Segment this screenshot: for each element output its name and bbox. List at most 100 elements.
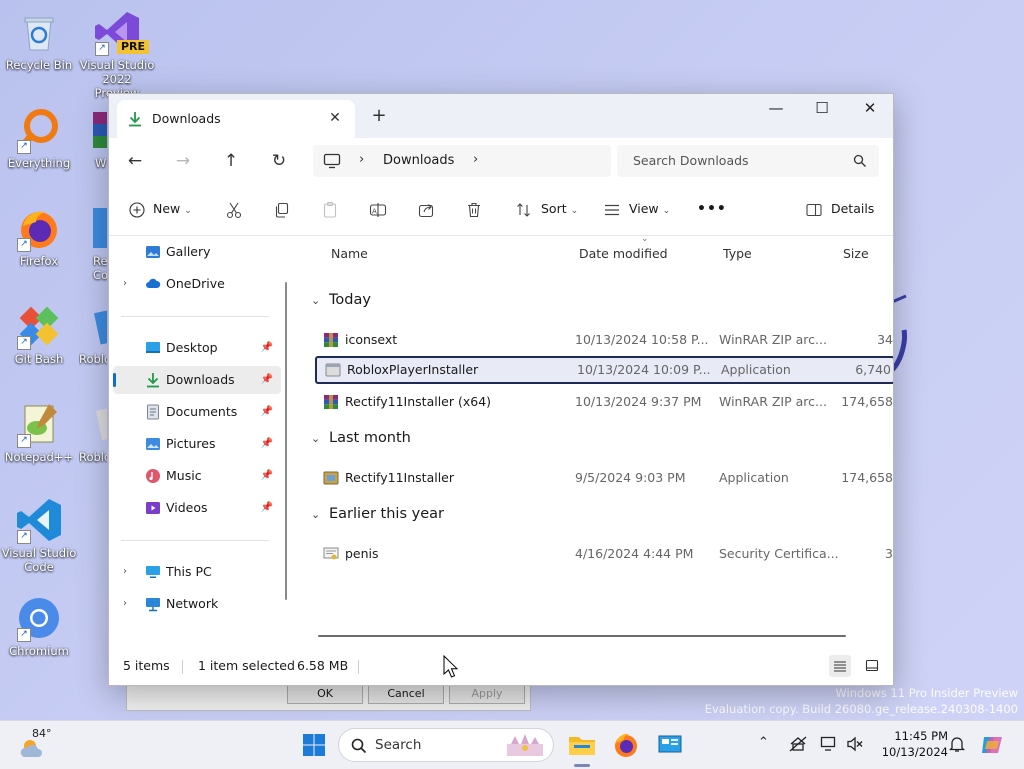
copilot-button[interactable] [978, 731, 1006, 759]
desktop-icon-partial-roblox-2[interactable]: Roblo [79, 400, 107, 464]
chevron-right-icon[interactable]: › [123, 590, 127, 618]
apply-button[interactable]: Apply [449, 684, 525, 704]
file-row[interactable]: penis 4/16/2024 4:44 PM Security Certifi… [315, 540, 893, 568]
more-options-button[interactable]: ••• [697, 197, 727, 221]
horizontal-scrollbar[interactable] [318, 635, 846, 637]
sidebar-item-pictures[interactable]: Pictures 📌 [113, 430, 281, 458]
sidebar-item-this-pc[interactable]: › This PC [113, 558, 281, 586]
pin-icon[interactable]: 📌 [261, 430, 273, 458]
file-date: 4/16/2024 4:44 PM [575, 546, 694, 561]
close-tab-icon[interactable]: ✕ [325, 108, 345, 128]
file-row-selected[interactable]: RobloxPlayerInstaller 10/13/2024 10:09 P… [315, 356, 893, 384]
desktop-icon-firefox[interactable]: ↗ Firefox [1, 204, 77, 268]
file-row[interactable]: Rectify11Installer (x64) 10/13/2024 9:37… [315, 388, 893, 416]
show-hidden-icons[interactable]: ⌃ [758, 735, 769, 750]
desktop-icon-visual-studio-2022-preview[interactable]: PRE ↗ Visual Studio 2022 Preview [79, 8, 155, 100]
desktop-icon-visual-studio-code[interactable]: ↗ Visual Studio Code [1, 496, 77, 574]
sort-button[interactable]: Sort ⌄ [515, 197, 578, 221]
details-view-button[interactable] [829, 655, 851, 677]
file-row[interactable]: iconsext 10/13/2024 10:58 P... WinRAR ZI… [315, 326, 893, 354]
tab-downloads[interactable]: Downloads ✕ [117, 100, 355, 138]
status-bar: 5 items 1 item selected 6.58 MB [109, 650, 893, 685]
taskbar-file-explorer[interactable] [566, 729, 598, 761]
group-header-earlier-this-year[interactable]: ⌄ Earlier this year [311, 506, 444, 522]
sidebar-item-desktop[interactable]: Desktop 📌 [113, 334, 281, 362]
chevron-right-icon[interactable]: › [123, 270, 127, 298]
start-button[interactable] [298, 729, 330, 761]
desktop-icon-chromium[interactable]: ↗ Chromium [1, 594, 77, 658]
chromium-icon: ↗ [15, 594, 63, 642]
taskbar-control-panel[interactable] [654, 729, 686, 761]
sidebar-item-onedrive[interactable]: › OneDrive [113, 270, 281, 298]
desktop-icon-git-bash[interactable]: ↗ Git Bash [1, 302, 77, 366]
back-icon[interactable]: ← [121, 147, 149, 175]
pin-icon[interactable]: 📌 [261, 462, 273, 490]
status-divider [182, 660, 183, 674]
file-row[interactable]: Rectify11Installer 9/5/2024 9:03 PM Appl… [315, 464, 893, 492]
desktop-icon-everything[interactable]: ↗ Everything [1, 106, 77, 170]
weather-widget[interactable]: 84° [18, 727, 58, 763]
network-tray-icon[interactable] [788, 735, 808, 757]
delete-button[interactable] [465, 197, 483, 221]
volume-tray-icon[interactable] [846, 735, 864, 757]
file-size: 174,658 [841, 394, 893, 409]
chevron-down-icon: ⌄ [311, 432, 321, 445]
search-placeholder: Search Downloads [633, 153, 749, 168]
column-header-date-modified[interactable]: Date modified [579, 246, 668, 261]
pin-icon[interactable]: 📌 [261, 494, 273, 522]
desktop-icon-partial-roblox-1[interactable]: Roblo [79, 302, 107, 366]
notifications-tray-icon[interactable] [948, 735, 966, 757]
pin-icon[interactable]: 📌 [261, 366, 273, 394]
maximize-icon[interactable]: ☐ [799, 94, 845, 124]
sidebar-item-gallery[interactable]: Gallery [113, 238, 281, 266]
details-pane-button[interactable]: Details [805, 197, 874, 221]
taskbar-search[interactable]: Search [338, 728, 554, 762]
cut-button[interactable] [225, 197, 243, 221]
pin-icon[interactable]: 📌 [261, 398, 273, 426]
sidebar-item-network[interactable]: › Network [113, 590, 281, 618]
sidebar-item-documents[interactable]: Documents 📌 [113, 398, 281, 426]
desktop-icon-partial-w[interactable]: W [79, 106, 107, 170]
up-icon[interactable]: ↑ [217, 147, 245, 175]
view-button[interactable]: View ⌄ [603, 197, 670, 221]
sidebar-item-downloads[interactable]: Downloads 📌 [113, 366, 281, 394]
forward-icon[interactable]: → [169, 147, 197, 175]
desktop-icon-notepad-plus-plus[interactable]: ↗ Notepad++ [1, 400, 77, 464]
minimize-icon[interactable]: — [753, 94, 799, 124]
new-button[interactable]: New ⌄ [129, 197, 192, 221]
refresh-icon[interactable]: ↻ [265, 147, 293, 175]
rename-button[interactable]: A [369, 197, 387, 221]
taskbar-firefox[interactable] [610, 729, 642, 761]
paste-button[interactable] [321, 197, 339, 221]
sidebar-scrollbar[interactable] [285, 282, 287, 600]
search-input[interactable]: Search Downloads [617, 145, 879, 177]
cancel-button[interactable]: Cancel [368, 684, 444, 704]
copy-button[interactable] [273, 197, 291, 221]
new-tab-icon[interactable]: + [368, 106, 390, 128]
column-header-type[interactable]: Type [723, 246, 752, 261]
group-header-last-month[interactable]: ⌄ Last month [311, 430, 411, 446]
chevron-right-icon[interactable]: › [473, 152, 478, 167]
column-header-name[interactable]: Name [331, 246, 368, 261]
tiles-view-button[interactable] [861, 655, 883, 677]
close-window-icon[interactable]: ✕ [847, 94, 893, 124]
desktop-icon-partial-re[interactable]: Re Co [79, 204, 107, 282]
pin-icon[interactable]: 📌 [261, 334, 273, 362]
chevron-right-icon[interactable]: › [123, 558, 127, 586]
mouse-cursor-icon [443, 655, 459, 678]
chevron-right-icon[interactable]: › [359, 152, 364, 167]
breadcrumb[interactable]: › Downloads › [313, 145, 611, 177]
share-button[interactable] [417, 197, 435, 221]
display-tray-icon[interactable] [820, 735, 838, 757]
group-header-today[interactable]: ⌄ Today [311, 292, 371, 308]
desktop-icon-recycle-bin[interactable]: Recycle Bin [1, 8, 77, 72]
installer-icon [323, 471, 339, 485]
column-header-size[interactable]: Size [843, 246, 869, 261]
clock[interactable]: 11:45 PM 10/13/2024 [868, 728, 948, 760]
ok-button[interactable]: OK [287, 684, 363, 704]
notepad-plus-plus-icon: ↗ [15, 400, 63, 448]
sidebar-item-music[interactable]: Music 📌 [113, 462, 281, 490]
desktop-icon-label: Firefox [19, 254, 59, 268]
sidebar-item-videos[interactable]: Videos 📌 [113, 494, 281, 522]
breadcrumb-downloads[interactable]: Downloads [383, 153, 454, 168]
